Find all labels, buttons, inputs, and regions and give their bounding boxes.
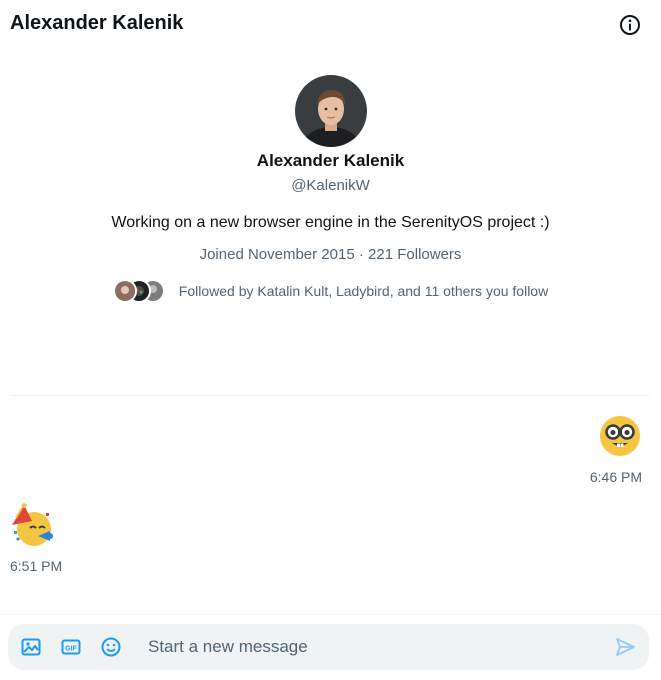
conversation-title: Alexander Kalenik [10, 12, 184, 34]
composer-divider [0, 614, 661, 615]
nerd-face-emoji-icon [598, 414, 642, 458]
message-incoming[interactable]: 6:51 PM [10, 503, 62, 574]
message-composer: GIF [8, 624, 649, 670]
followed-by-row[interactable]: Followed by Katalin Kult, Ladybird, and … [0, 279, 661, 303]
followers-count[interactable]: 221 Followers [368, 246, 461, 263]
follower-avatar [112, 279, 137, 303]
followed-by-text: Followed by Katalin Kult, Ladybird, and … [178, 283, 549, 299]
conversation-header: Alexander Kalenik [0, 0, 661, 50]
profile-avatar[interactable] [294, 75, 367, 147]
svg-text:GIF: GIF [65, 646, 77, 653]
message-timestamp: 6:46 PM [589, 469, 642, 485]
profile-handle[interactable]: @KalenikW [0, 177, 661, 194]
smiley-icon[interactable] [100, 636, 122, 658]
message-outgoing[interactable]: 6:46 PM [590, 414, 642, 485]
gif-icon[interactable]: GIF [60, 636, 82, 658]
send-icon[interactable] [614, 636, 636, 658]
profile-summary: Alexander Kalenik @KalenikW Working on a… [0, 75, 661, 303]
profile-name[interactable]: Alexander Kalenik [0, 151, 661, 171]
partying-face-emoji-icon [10, 503, 54, 547]
meta-separator: · [358, 246, 364, 263]
profile-divider [10, 395, 650, 396]
message-input[interactable] [148, 632, 588, 662]
image-icon[interactable] [20, 636, 42, 658]
profile-bio: Working on a new browser engine in the S… [111, 214, 550, 231]
message-timestamp: 6:51 PM [10, 558, 63, 574]
profile-meta: Joined November 2015 · 221 Followers [0, 246, 661, 263]
follower-avatars [112, 279, 167, 303]
joined-date: Joined November 2015 [199, 246, 355, 263]
info-icon[interactable] [619, 14, 641, 36]
